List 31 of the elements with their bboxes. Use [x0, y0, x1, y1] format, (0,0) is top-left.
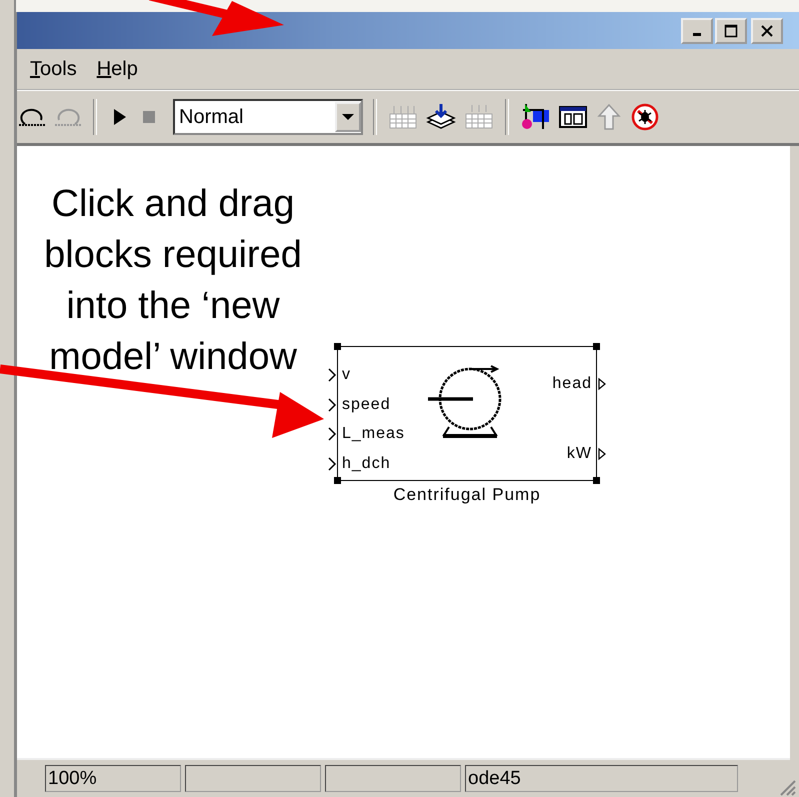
selection-handle[interactable] — [334, 477, 341, 484]
minimize-icon — [693, 33, 701, 36]
blocks-icon[interactable] — [519, 102, 551, 132]
bug-icon[interactable] — [629, 102, 661, 132]
up-arrow-icon[interactable] — [595, 102, 623, 132]
caret-icon — [341, 113, 355, 121]
menu-item[interactable]: Help — [96, 58, 138, 80]
port-label: v — [342, 365, 351, 385]
port-label: h_dch — [342, 454, 391, 474]
port-label: L_meas — [342, 424, 405, 444]
annotation-text: Click and drag blocks required into the ‘new model’ window — [43, 182, 303, 380]
close-icon — [760, 24, 774, 38]
maximize-button[interactable] — [715, 18, 747, 44]
selection-handle[interactable] — [334, 343, 341, 350]
input-port-icon — [328, 427, 337, 441]
mode-dropdown[interactable]: Normal — [173, 99, 363, 135]
selection-handle[interactable] — [593, 477, 600, 484]
minimize-button[interactable] — [681, 18, 713, 44]
input-port-icon — [328, 368, 337, 382]
input-port-icon — [328, 456, 337, 470]
zoom-status: 100% — [45, 765, 181, 792]
port-label: kW — [566, 444, 592, 464]
close-button[interactable] — [751, 18, 783, 44]
maximize-icon — [724, 24, 738, 38]
solver-status: ode45 — [465, 765, 738, 792]
input-port-icon — [328, 398, 337, 412]
selection-handle[interactable] — [593, 343, 600, 350]
port-label: speed — [342, 394, 391, 414]
port-label: head — [552, 374, 592, 394]
block-name: Centrifugal Pump — [393, 485, 541, 505]
menu-item[interactable]: Tools — [30, 58, 77, 80]
